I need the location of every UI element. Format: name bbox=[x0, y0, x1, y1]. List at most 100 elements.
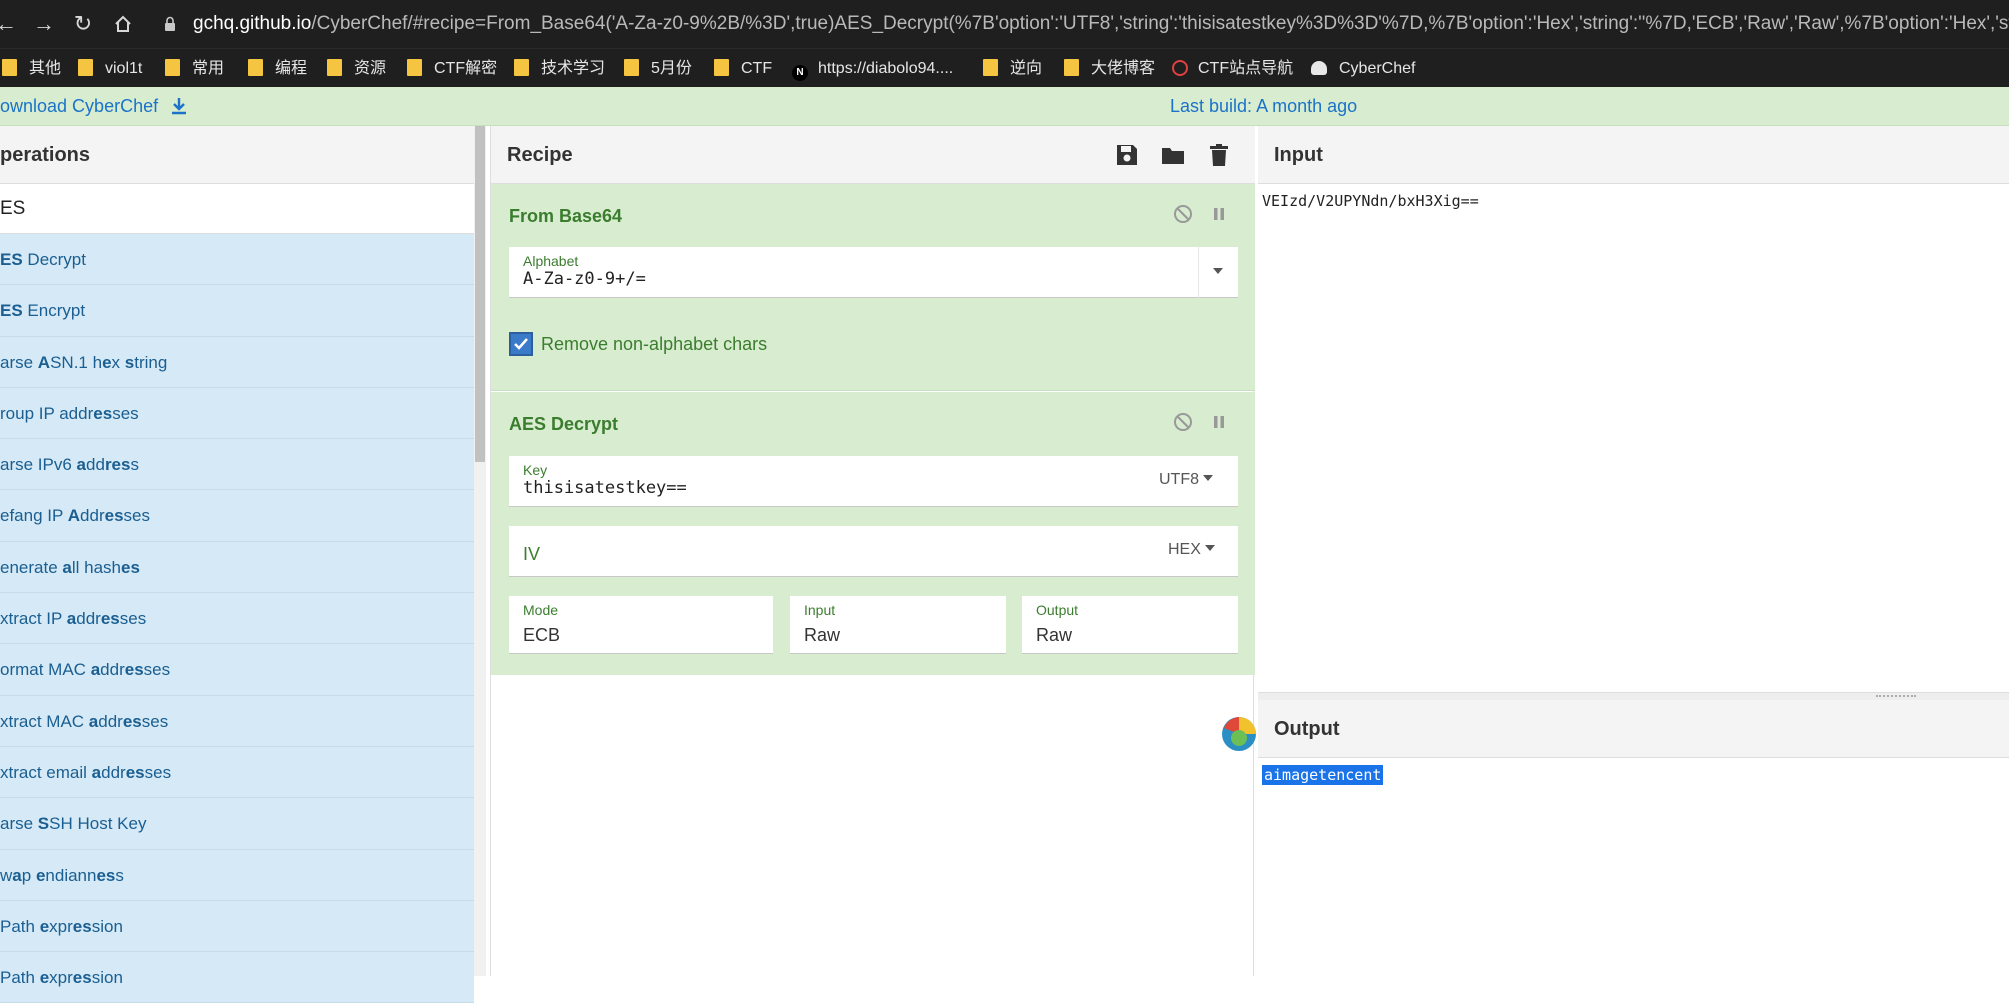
operation-name-part: enerate bbox=[0, 557, 63, 577]
operation-list-item[interactable]: arse ASN.1 hex string bbox=[0, 336, 474, 388]
folder-icon bbox=[1064, 59, 1079, 76]
bookmark-link[interactable]: CyberChef bbox=[1311, 58, 1415, 80]
io-splitter[interactable] bbox=[1258, 692, 2009, 700]
match-highlight: es bbox=[121, 557, 140, 577]
operations-scrollbar[interactable] bbox=[474, 126, 486, 976]
operation-list-item[interactable]: roup IP addresses bbox=[0, 387, 474, 440]
operation-name-part: sion bbox=[91, 916, 123, 936]
operation-name-part: ll hash bbox=[71, 557, 121, 577]
alphabet-dropdown[interactable] bbox=[1198, 247, 1238, 298]
bookmark-folder[interactable]: 其他 bbox=[2, 58, 61, 80]
match-highlight: a bbox=[76, 455, 87, 475]
match-highlight: es bbox=[125, 762, 145, 782]
input-textarea[interactable]: VEIzd/V2UPYNdn/bxH3Xig== bbox=[1262, 192, 1479, 210]
home-icon[interactable] bbox=[109, 10, 137, 38]
match-highlight: A bbox=[37, 352, 51, 372]
folder-icon bbox=[2, 59, 17, 76]
operation-list-item[interactable]: xtract MAC addresses bbox=[0, 695, 474, 747]
bookmark-link[interactable]: CTF站点导航 bbox=[1172, 58, 1293, 80]
alphabet-field[interactable]: Alphabet A-Za-z0-9+/= bbox=[509, 247, 1238, 298]
field-label: Input bbox=[804, 602, 836, 618]
input-format-field[interactable]: Input Raw bbox=[790, 596, 1006, 654]
operation-list-item[interactable]: Path expression bbox=[0, 900, 474, 953]
bookmark-folder[interactable]: 编程 bbox=[248, 58, 307, 80]
operation-title: From Base64 bbox=[509, 206, 623, 226]
operation-name-part: p bbox=[21, 865, 36, 885]
download-link[interactable]: ownload CyberChef bbox=[0, 95, 189, 117]
operation-name-part: dd bbox=[86, 455, 105, 475]
bookmark-link[interactable]: Nhttps://diabolo94.... bbox=[792, 58, 953, 81]
folder-icon bbox=[327, 59, 342, 76]
folder-open-icon[interactable] bbox=[1160, 142, 1186, 168]
operation-list-item[interactable]: ES Decrypt bbox=[0, 234, 474, 286]
operation-title: AES Decrypt bbox=[509, 414, 619, 434]
field-label: Key bbox=[523, 462, 548, 478]
back-icon[interactable]: ← bbox=[0, 10, 20, 38]
operation-list-item[interactable]: arse SSH Host Key bbox=[0, 798, 474, 850]
mode-value: ECB bbox=[523, 625, 561, 645]
remove-non-alphabet-checkbox[interactable] bbox=[509, 332, 533, 356]
iv-field[interactable]: IV HEX bbox=[509, 526, 1238, 577]
operation-list-item[interactable]: xtract IP addresses bbox=[0, 593, 474, 645]
save-icon[interactable] bbox=[1114, 142, 1140, 168]
field-label: Alphabet bbox=[523, 253, 579, 269]
operation-name-part: Encrypt bbox=[22, 301, 86, 321]
match-highlight: s bbox=[124, 352, 135, 372]
operation-list-item[interactable]: Path expression bbox=[0, 952, 474, 1003]
splitter-grip[interactable] bbox=[1876, 695, 1916, 698]
operation-name-part: s bbox=[130, 455, 139, 475]
bookmarks-bar: 其他 viol1t 常用 编程 资源 CTF解密 技术学习 5月份 CTF Nh… bbox=[0, 48, 2009, 87]
forward-icon[interactable]: → bbox=[30, 10, 58, 38]
operation-list-item[interactable]: wap endianness bbox=[0, 849, 474, 901]
bookmark-folder[interactable]: 资源 bbox=[327, 58, 386, 80]
operation-list-item[interactable]: xtract email addresses bbox=[0, 746, 474, 799]
bookmark-folder[interactable]: 逆向 bbox=[983, 58, 1042, 80]
operation-list-item[interactable]: enerate all hashes bbox=[0, 541, 474, 594]
url-host: gchq.github.io bbox=[193, 13, 312, 34]
address-bar[interactable]: gchq.github.io/CyberChef/#recipe=From_Ba… bbox=[193, 7, 2009, 41]
recipe-header: Recipe bbox=[491, 126, 1255, 184]
alphabet-value: A-Za-z0-9+/= bbox=[523, 269, 646, 289]
operation-list-item[interactable]: ES Encrypt bbox=[0, 285, 474, 337]
trash-icon[interactable] bbox=[1206, 142, 1232, 168]
bookmark-folder[interactable]: CTF解密 bbox=[407, 58, 497, 80]
bookmark-folder[interactable]: viol1t bbox=[78, 58, 142, 80]
operation-name-part: ddr bbox=[100, 660, 125, 680]
operation-name-part: ses bbox=[112, 403, 139, 423]
scrollbar-thumb[interactable] bbox=[475, 126, 485, 462]
mode-field[interactable]: Mode ECB bbox=[509, 596, 773, 654]
pause-icon[interactable] bbox=[1209, 412, 1229, 432]
folder-icon bbox=[714, 59, 729, 76]
operations-search-input[interactable]: ES bbox=[0, 184, 474, 234]
pause-icon[interactable] bbox=[1209, 204, 1229, 224]
operation-name-part: w bbox=[0, 865, 13, 885]
from-base64-operation: From Base64 Alphabet A-Za-z0-9+/= Remove… bbox=[491, 184, 1255, 391]
operation-name-part: arse bbox=[0, 814, 38, 834]
folder-icon bbox=[514, 59, 529, 76]
input-panel: Input VEIzd/V2UPYNdn/bxH3Xig== bbox=[1258, 126, 2009, 692]
magic-wand-icon[interactable] bbox=[1221, 716, 1257, 752]
bookmark-folder[interactable]: 5月份 bbox=[624, 58, 692, 80]
operation-name-part: ddr bbox=[76, 609, 101, 629]
match-highlight: es bbox=[96, 865, 116, 885]
bookmark-folder[interactable]: CTF bbox=[714, 58, 772, 80]
output-text[interactable]: aimagetencent bbox=[1262, 765, 1384, 785]
reload-icon[interactable]: ↻ bbox=[69, 10, 97, 38]
operation-list-item[interactable]: ormat MAC addresses bbox=[0, 644, 474, 696]
operation-name-part: ddr bbox=[101, 762, 126, 782]
operation-list-item[interactable]: arse IPv6 address bbox=[0, 439, 474, 491]
key-field[interactable]: Key thisisatestkey== UTF8 bbox=[509, 456, 1238, 507]
operation-list-item[interactable]: efang IP Addresses bbox=[0, 490, 474, 542]
key-format-dropdown[interactable]: UTF8 bbox=[1159, 471, 1213, 489]
output-format-field[interactable]: Output Raw bbox=[1022, 596, 1238, 654]
url-path: /CyberChef/#recipe=From_Base64('A-Za-z0-… bbox=[311, 13, 2009, 34]
operation-name-part: ddr bbox=[98, 711, 123, 731]
operation-name-part: xtract email bbox=[0, 762, 92, 782]
disable-icon[interactable] bbox=[1173, 412, 1193, 432]
bookmark-folder[interactable]: 技术学习 bbox=[514, 58, 605, 80]
iv-format-dropdown[interactable]: HEX bbox=[1168, 541, 1215, 559]
remove-non-alphabet-label: Remove non-alphabet chars bbox=[541, 334, 768, 354]
disable-icon[interactable] bbox=[1173, 204, 1193, 224]
bookmark-folder[interactable]: 大佬博客 bbox=[1064, 58, 1155, 80]
bookmark-folder[interactable]: 常用 bbox=[165, 58, 224, 80]
